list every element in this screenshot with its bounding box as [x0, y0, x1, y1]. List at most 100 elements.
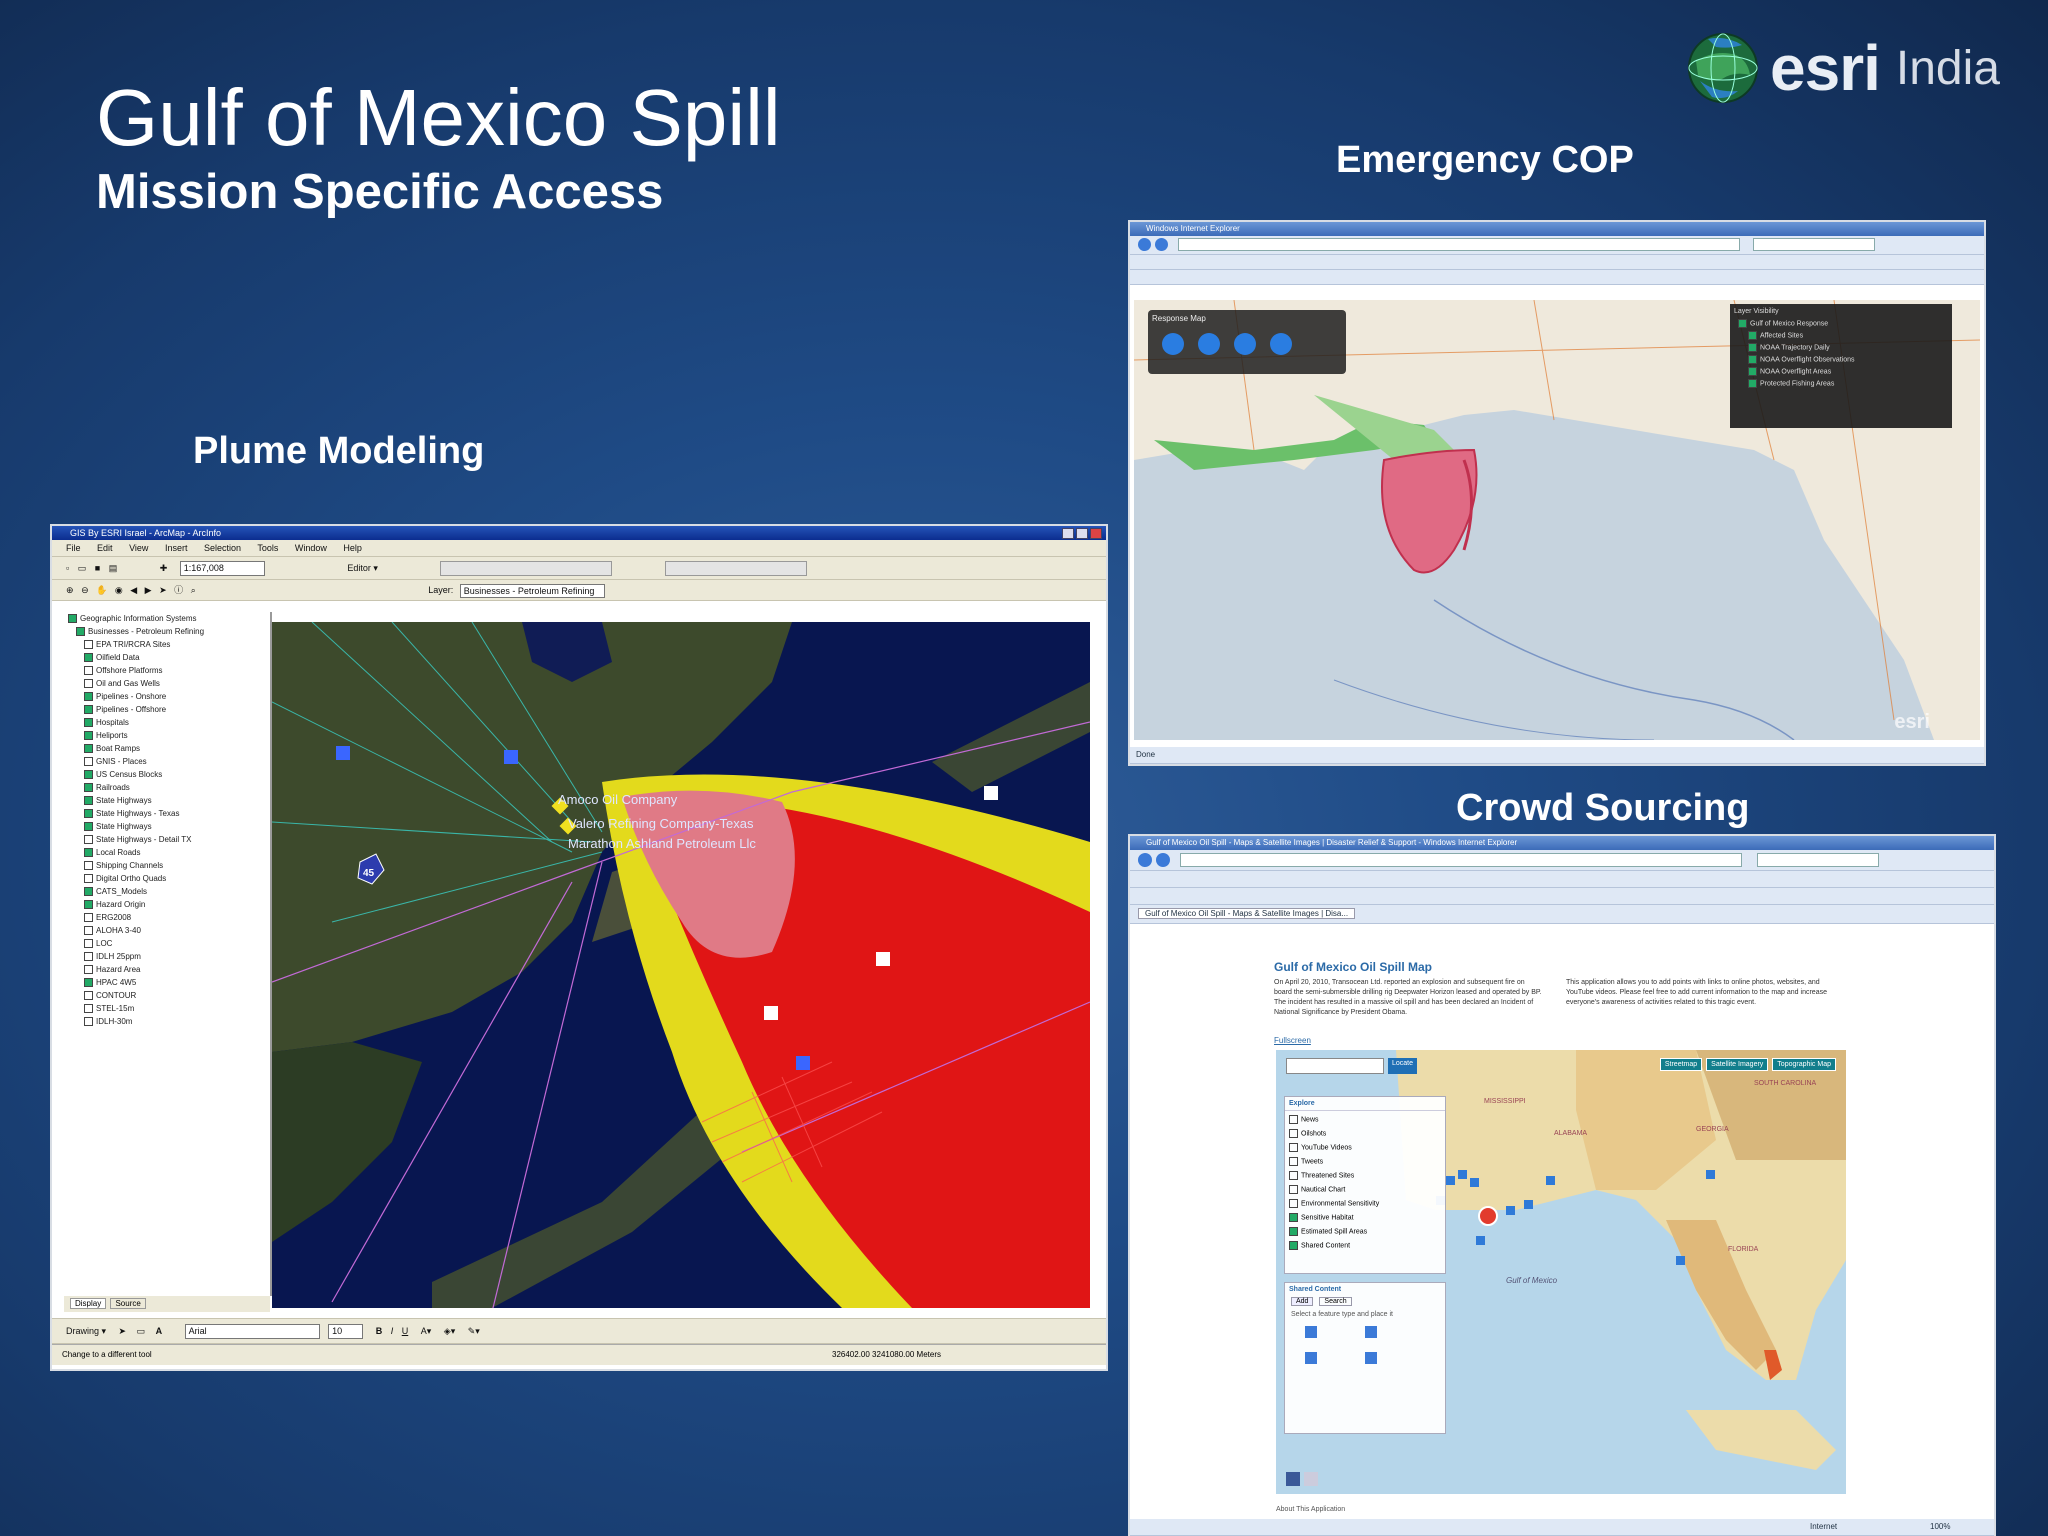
cop-layer-item[interactable]: Gulf of Mexico Response — [1734, 319, 1948, 331]
tab-add[interactable]: Add — [1291, 1297, 1314, 1306]
layer-checkbox[interactable] — [84, 718, 93, 728]
search-input[interactable] — [1756, 852, 1879, 867]
italic-button[interactable]: I — [391, 1326, 394, 1336]
layer-checkbox[interactable] — [84, 1017, 93, 1027]
explore-item[interactable]: Environmental Sensitivity — [1289, 1199, 1441, 1213]
toc-layer-item[interactable]: Geographic Information Systems — [68, 612, 270, 625]
feature-photo-icon[interactable] — [1305, 1326, 1317, 1338]
back-button-icon[interactable] — [1138, 852, 1152, 867]
toc-layer-item[interactable]: ALOHA 3-40 — [68, 924, 270, 937]
toc-layer-item[interactable]: EPA TRI/RCRA Sites — [68, 638, 270, 651]
feature-note-icon[interactable] — [1365, 1352, 1377, 1364]
layer-dropdown[interactable]: Businesses - Petroleum Refining — [459, 583, 605, 598]
font-dropdown[interactable]: Arial — [184, 1324, 320, 1340]
feature-video-icon[interactable] — [1365, 1326, 1377, 1338]
menu-view[interactable]: View — [129, 543, 148, 553]
address-input[interactable] — [1180, 852, 1743, 867]
basemap-globe-icon[interactable] — [1162, 333, 1184, 355]
editor-menu[interactable]: Editor ▾ — [347, 563, 378, 573]
toc-layer-item[interactable]: LOC — [68, 937, 270, 950]
drawing-menu[interactable]: Drawing ▾ — [66, 1326, 106, 1336]
feature-news-icon[interactable] — [1305, 1352, 1317, 1364]
explore-item[interactable]: YouTube Videos — [1289, 1143, 1441, 1157]
toc-layer-item[interactable]: Shipping Channels — [68, 859, 270, 872]
pan-icon[interactable]: ✋ — [96, 585, 107, 595]
explore-item[interactable]: News — [1289, 1115, 1441, 1129]
toc-layer-item[interactable]: State Highways - Texas — [68, 807, 270, 820]
layer-checkbox[interactable] — [84, 796, 93, 806]
zoom-level[interactable]: 100% — [1930, 1519, 1950, 1535]
explore-checkbox[interactable] — [1289, 1129, 1298, 1138]
layer-checkbox[interactable] — [84, 705, 93, 715]
browser-tab[interactable]: Gulf of Mexico Oil Spill - Maps & Satell… — [1138, 908, 1356, 919]
explore-item[interactable]: Shared Content — [1289, 1241, 1441, 1255]
toc-layer-item[interactable]: Hazard Area — [68, 963, 270, 976]
layer-checkbox[interactable] — [84, 640, 93, 650]
fullscreen-link[interactable]: Fullscreen — [1274, 1036, 1311, 1045]
layer-checkbox[interactable] — [84, 952, 93, 962]
bold-button[interactable]: B — [376, 1326, 383, 1336]
layer-checkbox[interactable] — [84, 874, 93, 884]
explore-item[interactable]: Threatened Sites — [1289, 1171, 1441, 1185]
layer-checkbox[interactable] — [84, 887, 93, 897]
font-color-icon[interactable]: A▾ — [421, 1326, 432, 1336]
layer-checkbox[interactable] — [84, 653, 93, 663]
layer-checkbox[interactable] — [1748, 331, 1757, 340]
layer-checkbox[interactable] — [84, 783, 93, 793]
spill-site-marker-icon[interactable] — [1478, 1206, 1498, 1226]
topographic-button[interactable]: Topographic Map — [1772, 1058, 1836, 1071]
toc-layer-item[interactable]: Oil and Gas Wells — [68, 677, 270, 690]
target-dropdown[interactable] — [440, 561, 613, 577]
cop-layer-item[interactable]: NOAA Overflight Areas — [1734, 367, 1948, 379]
toc-layer-item[interactable]: Hazard Origin — [68, 898, 270, 911]
toc-layer-item[interactable]: Railroads — [68, 781, 270, 794]
maximize-button[interactable] — [1076, 528, 1088, 539]
underline-button[interactable]: U — [402, 1326, 409, 1336]
open-icon[interactable]: ▭ — [78, 563, 87, 573]
layer-checkbox[interactable] — [84, 939, 93, 949]
rectangle-tool-icon[interactable]: ▭ — [137, 1326, 146, 1336]
menu-tools[interactable]: Tools — [257, 543, 278, 553]
arcmap-map-view[interactable]: 45 Amoco Oil Company Valero Refining Com… — [272, 622, 1090, 1308]
toc-layer-item[interactable]: Hospitals — [68, 716, 270, 729]
menu-edit[interactable]: Edit — [97, 543, 113, 553]
toc-layer-item[interactable]: Local Roads — [68, 846, 270, 859]
menu-selection[interactable]: Selection — [204, 543, 241, 553]
layer-checkbox[interactable] — [84, 692, 93, 702]
layer-checkbox[interactable] — [84, 679, 93, 689]
layer-checkbox[interactable] — [84, 809, 93, 819]
info-tool-icon[interactable] — [1270, 333, 1292, 355]
tab-source[interactable]: Source — [110, 1298, 146, 1309]
close-button[interactable] — [1090, 528, 1102, 539]
toc-layer-item[interactable]: CATS_Models — [68, 885, 270, 898]
tab-display[interactable]: Display — [70, 1298, 107, 1309]
layer-checkbox[interactable] — [84, 822, 93, 832]
toc-layer-item[interactable]: Pipelines - Onshore — [68, 690, 270, 703]
layer-checkbox[interactable] — [84, 913, 93, 923]
toc-layer-item[interactable]: State Highways - Detail TX — [68, 833, 270, 846]
address-input[interactable] — [1178, 238, 1741, 252]
layer-checkbox[interactable] — [84, 926, 93, 936]
layer-checkbox[interactable] — [1748, 343, 1757, 352]
add-data-icon[interactable]: ✚ — [160, 563, 168, 573]
menu-file[interactable]: File — [66, 543, 81, 553]
back-icon[interactable]: ◀ — [130, 585, 137, 595]
explore-checkbox[interactable] — [1289, 1115, 1298, 1124]
toc-layer-item[interactable]: US Census Blocks — [68, 768, 270, 781]
explore-checkbox[interactable] — [1289, 1185, 1298, 1194]
minimize-button[interactable] — [1062, 528, 1074, 539]
explore-checkbox[interactable] — [1289, 1171, 1298, 1180]
scale-box[interactable]: 1:167,008 — [179, 561, 265, 576]
save-icon[interactable]: ■ — [95, 563, 100, 573]
toc-layer-item[interactable]: Offshore Platforms — [68, 664, 270, 677]
tab-search[interactable]: Search — [1319, 1297, 1352, 1306]
toc-layer-item[interactable]: Pipelines - Offshore — [68, 703, 270, 716]
layer-checkbox[interactable] — [84, 757, 93, 767]
layer-checkbox[interactable] — [84, 991, 93, 1001]
explore-checkbox[interactable] — [1289, 1143, 1298, 1152]
menu-window[interactable]: Window — [295, 543, 327, 553]
task-dropdown[interactable] — [664, 561, 807, 577]
about-link[interactable]: About This Application — [1276, 1506, 1345, 1513]
toc-layer-item[interactable]: ERG2008 — [68, 911, 270, 924]
toc-layer-item[interactable]: GNIS - Places — [68, 755, 270, 768]
